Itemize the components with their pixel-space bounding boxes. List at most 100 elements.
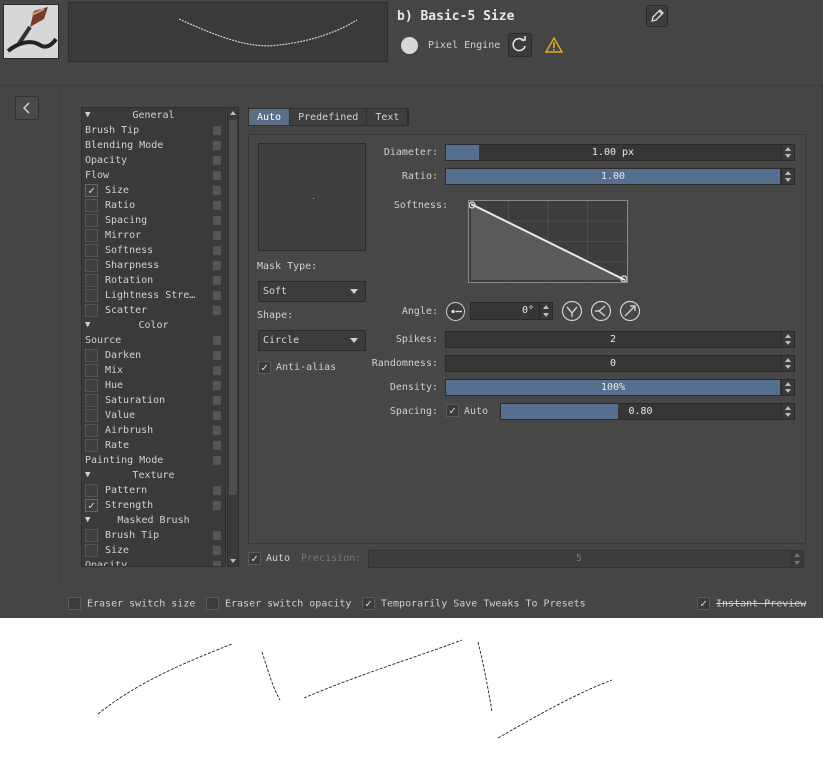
lock-icon[interactable] [213,351,221,360]
randomness-spin[interactable] [781,356,794,371]
lock-icon[interactable] [213,411,221,420]
density-slider[interactable]: 100% [445,379,795,396]
expand-triangle-icon[interactable]: ▼ [85,108,90,123]
reload-preset-button[interactable] [508,33,532,57]
ratio-slider[interactable]: 1.00 [445,168,795,185]
lock-icon[interactable] [213,546,221,555]
lock-icon[interactable] [213,126,221,135]
option-checkbox[interactable] [85,544,98,557]
lock-icon[interactable] [213,246,221,255]
lock-icon[interactable] [213,261,221,270]
lock-icon[interactable] [213,381,221,390]
option-item[interactable]: Sharpness [82,258,225,273]
instant-preview-option[interactable]: ✓ Instant Preview [697,597,806,611]
collapse-presets-button[interactable] [15,96,39,120]
option-item[interactable]: Mix [82,363,225,378]
spikes-spin[interactable] [781,332,794,347]
option-item[interactable]: Pattern [82,483,225,498]
lock-icon[interactable] [213,306,221,315]
eraser-opacity-checkbox[interactable] [206,597,219,610]
option-checkbox[interactable] [85,244,98,257]
lock-icon[interactable] [213,336,221,345]
lock-icon[interactable] [213,156,221,165]
flip-diagonal-icon[interactable] [619,300,641,322]
lock-icon[interactable] [213,366,221,375]
scroll-thumb[interactable] [229,120,237,495]
lock-icon[interactable] [213,456,221,465]
option-item[interactable]: Scatter [82,303,225,318]
lock-icon[interactable] [213,171,221,180]
option-checkbox[interactable] [85,394,98,407]
option-list-scrollbar[interactable] [227,107,239,567]
option-checkbox[interactable] [85,274,98,287]
option-item[interactable]: Lightness Stre… [82,288,225,303]
eraser-opacity-option[interactable]: Eraser switch opacity [206,597,351,611]
option-item[interactable]: Opacity [82,153,225,168]
lock-icon[interactable] [213,231,221,240]
option-checkbox[interactable] [85,214,98,227]
option-checkbox[interactable] [85,409,98,422]
diameter-slider[interactable]: 1.00 px [445,144,795,161]
brush-thumbnail[interactable] [3,4,59,59]
option-item[interactable]: Blending Mode [82,138,225,153]
mask-type-combo[interactable]: Soft [258,281,366,302]
drawing-canvas[interactable] [0,618,823,758]
angle-spin[interactable] [539,303,552,319]
option-item[interactable]: Painting Mode [82,453,225,468]
density-spin[interactable] [781,380,794,395]
temp-save-checkbox[interactable]: ✓ [362,597,375,610]
option-checkbox[interactable] [85,439,98,452]
option-item[interactable]: Mirror [82,228,225,243]
option-item[interactable]: ✓ Size [82,183,225,198]
scroll-down-icon[interactable] [229,557,237,565]
option-checkbox[interactable] [85,424,98,437]
option-item[interactable]: Rate [82,438,225,453]
option-item[interactable]: ✓ Strength [82,498,225,513]
option-checkbox[interactable] [85,304,98,317]
randomness-slider[interactable]: 0 [445,355,795,372]
lock-icon[interactable] [213,441,221,450]
option-item[interactable]: Spacing [82,213,225,228]
eraser-size-option[interactable]: Eraser switch size [68,597,195,611]
lock-icon[interactable] [213,186,221,195]
lock-icon[interactable] [213,531,221,540]
option-item[interactable]: Brush Tip [82,528,225,543]
option-item[interactable]: Size [82,543,225,558]
option-item[interactable]: Ratio [82,198,225,213]
option-item[interactable]: Softness [82,243,225,258]
lock-icon[interactable] [213,426,221,435]
flip-horizontal-icon[interactable] [590,300,612,322]
spikes-slider[interactable]: 2 [445,331,795,348]
precision-spin[interactable] [790,551,803,567]
option-checkbox[interactable] [85,349,98,362]
lock-icon[interactable] [213,141,221,150]
option-item[interactable]: Source [82,333,225,348]
option-checkbox[interactable] [85,259,98,272]
eraser-size-checkbox[interactable] [68,597,81,610]
option-item[interactable]: Flow [82,168,225,183]
diameter-spin[interactable] [781,145,794,160]
antialias-checkbox[interactable]: ✓ [258,361,271,374]
option-checkbox[interactable] [85,364,98,377]
lock-icon[interactable] [213,486,221,495]
option-item[interactable]: Airbrush [82,423,225,438]
stroke-preview[interactable] [68,2,388,62]
spacing-spin[interactable] [781,404,794,419]
option-item[interactable]: Brush Tip [82,123,225,138]
lock-icon[interactable] [213,216,221,225]
temp-save-option[interactable]: ✓ Temporarily Save Tweaks To Presets [362,597,586,611]
option-checkbox[interactable]: ✓ [85,184,98,197]
option-category[interactable]: ▼ General [82,108,225,123]
option-item[interactable]: Opacity [82,558,225,566]
option-item[interactable]: Hue [82,378,225,393]
lock-icon[interactable] [213,201,221,210]
option-item[interactable]: Value [82,408,225,423]
lock-icon[interactable] [213,276,221,285]
option-checkbox[interactable] [85,484,98,497]
tab-predefined[interactable]: Predefined [290,109,368,125]
option-checkbox[interactable]: ✓ [85,499,98,512]
option-category[interactable]: ▼ Color [82,318,225,333]
instant-preview-checkbox[interactable]: ✓ [697,597,710,610]
spacing-auto-checkbox[interactable]: ✓ [446,404,459,417]
spacing-slider[interactable]: 0.80 [500,403,795,420]
